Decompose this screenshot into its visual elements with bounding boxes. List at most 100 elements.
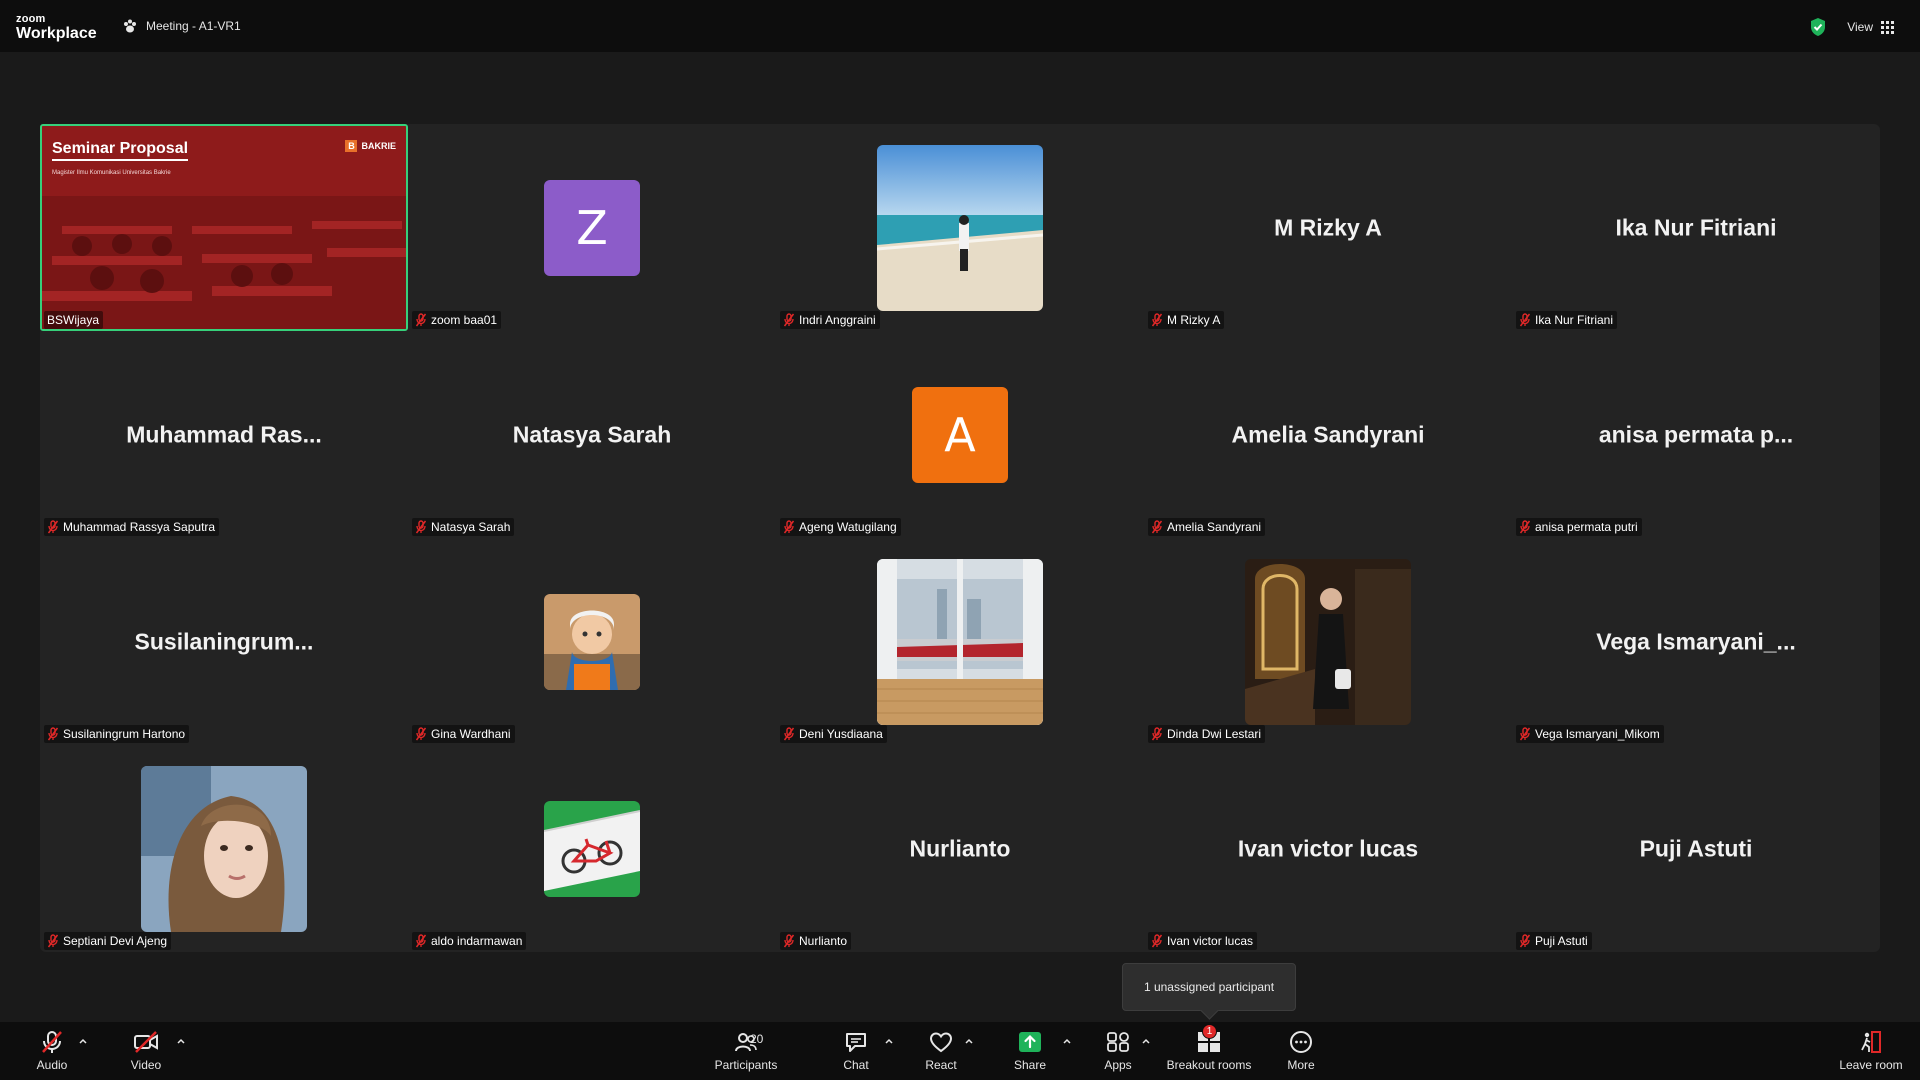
participant-display-name: Muhammad Ras... xyxy=(126,421,322,447)
grid-icon xyxy=(1881,20,1894,34)
breakout-tooltip: 1 unassigned participant xyxy=(1122,963,1296,1011)
logo-top-text: zoom xyxy=(16,13,46,25)
microphone-muted-icon xyxy=(42,1031,62,1053)
mic-muted-icon xyxy=(47,727,59,741)
participant-display-name: M Rizky A xyxy=(1274,214,1382,240)
participant-name-label: aldo indarmawan xyxy=(412,932,527,950)
participant-tile[interactable]: Seminar Proposal Magister Ilmu Komunikasi… xyxy=(40,124,408,331)
breakout-rooms-button[interactable]: 1 Breakout rooms xyxy=(1164,1024,1254,1076)
view-button[interactable]: View xyxy=(1847,20,1894,34)
participant-tile[interactable]: Deni Yusdiaana xyxy=(776,538,1144,745)
participant-tile[interactable]: aldo indarmawan xyxy=(408,745,776,952)
participant-name-label: Deni Yusdiaana xyxy=(780,725,887,743)
apps-button[interactable]: Apps xyxy=(1098,1030,1138,1076)
audio-button[interactable]: Audio xyxy=(32,1030,72,1076)
participant-name: Dinda Dwi Lestari xyxy=(1167,727,1262,741)
participant-tile[interactable]: Septiani Devi Ajeng xyxy=(40,745,408,952)
avatar xyxy=(544,593,640,690)
participant-display-name: Vega Ismaryani_... xyxy=(1596,628,1796,654)
bakrie-logo: B BAKRIE xyxy=(345,140,396,152)
participant-name: Ivan victor lucas xyxy=(1167,934,1254,948)
mic-muted-icon xyxy=(783,727,795,741)
participant-name: Ageng Watugilang xyxy=(799,520,897,534)
participant-name-label: Ivan victor lucas xyxy=(1148,932,1258,950)
participant-name-label: Susilaningrum Hartono xyxy=(44,725,190,743)
participant-tile[interactable]: Puji Astuti Puji Astuti xyxy=(1512,745,1880,952)
share-options-caret-icon[interactable] xyxy=(1062,1036,1072,1046)
apps-icon xyxy=(1107,1032,1129,1052)
leave-room-button[interactable]: Leave room xyxy=(1836,1030,1906,1076)
audio-options-caret-icon[interactable] xyxy=(78,1036,88,1046)
participant-tile[interactable]: Nurlianto Nurlianto xyxy=(776,745,1144,952)
mic-muted-icon xyxy=(415,727,427,741)
avatar xyxy=(1245,558,1411,725)
apps-options-caret-icon[interactable] xyxy=(1141,1036,1151,1046)
mic-muted-icon xyxy=(783,934,795,948)
leave-room-label: Leave room xyxy=(1839,1058,1903,1072)
leave-room-icon xyxy=(1861,1031,1881,1053)
avatar xyxy=(877,558,1043,725)
participant-name-label: Muhammad Rassya Saputra xyxy=(44,518,220,536)
participant-name-label: anisa permata putri xyxy=(1516,518,1642,536)
video-label: Video xyxy=(130,1058,162,1072)
participant-tile[interactable]: Susilaningrum... Susilaningrum Hartono xyxy=(40,538,408,745)
participant-name: Natasya Sarah xyxy=(431,520,511,534)
more-button[interactable]: More xyxy=(1281,1030,1321,1076)
mic-muted-icon xyxy=(47,520,59,534)
participant-tile[interactable]: Gina Wardhani xyxy=(408,538,776,745)
participant-tile[interactable]: M Rizky A M Rizky A xyxy=(1144,124,1512,331)
active-speaker-share[interactable]: Seminar Proposal Magister Ilmu Komunikasi… xyxy=(40,124,408,331)
participant-name: Indri Anggraini xyxy=(799,313,876,327)
chat-options-caret-icon[interactable] xyxy=(884,1036,894,1046)
participant-display-name: Natasya Sarah xyxy=(512,421,672,447)
participant-tile[interactable]: Natasya Sarah Natasya Sarah xyxy=(408,331,776,538)
participant-name-label: Natasya Sarah xyxy=(412,518,515,536)
view-label: View xyxy=(1847,20,1873,34)
participant-name-label: Amelia Sandyrani xyxy=(1148,518,1266,536)
bottom-toolbar: Audio Video 20 Participants Chat React S… xyxy=(0,1022,1920,1080)
participant-display-name: Amelia Sandyrani xyxy=(1231,421,1425,447)
gallery-view: Seminar Proposal Magister Ilmu Komunikasi… xyxy=(40,124,1880,952)
mic-muted-icon xyxy=(415,934,427,948)
participant-tile[interactable]: Zzoom baa01 xyxy=(408,124,776,331)
participant-tile[interactable]: Ivan victor lucas Ivan victor lucas xyxy=(1144,745,1512,952)
participant-name-label: Ika Nur Fitriani xyxy=(1516,311,1618,329)
participant-display-name: anisa permata p... xyxy=(1598,421,1794,447)
participant-tile[interactable]: anisa permata p... anisa permata putri xyxy=(1512,331,1880,538)
participant-display-name: Nurlianto xyxy=(909,835,1011,861)
video-button[interactable]: Video xyxy=(126,1030,166,1076)
participants-button[interactable]: 20 Participants xyxy=(712,1030,780,1076)
participant-name-label: BSWijaya xyxy=(44,311,104,329)
participant-tile[interactable]: Dinda Dwi Lestari xyxy=(1144,538,1512,745)
breakout-label: Breakout rooms xyxy=(1166,1058,1252,1072)
chat-button[interactable]: Chat xyxy=(836,1030,876,1076)
participant-tile[interactable]: Ika Nur Fitriani Ika Nur Fitriani xyxy=(1512,124,1880,331)
chat-label: Chat xyxy=(843,1058,869,1072)
react-button[interactable]: React xyxy=(921,1030,961,1076)
mic-muted-icon xyxy=(415,520,427,534)
security-shield-icon[interactable] xyxy=(1809,17,1827,37)
participant-tile[interactable]: Amelia Sandyrani Amelia Sandyrani xyxy=(1144,331,1512,538)
share-button[interactable]: Share xyxy=(1010,1030,1050,1076)
participant-name: Muhammad Rassya Saputra xyxy=(63,520,216,534)
mic-muted-icon xyxy=(1519,934,1531,948)
participant-tile[interactable]: Indri Anggraini xyxy=(776,124,1144,331)
participant-tile[interactable]: A Ageng Watugilang xyxy=(776,331,1144,538)
top-bar: zoom Workplace Meeting - A1-VR1 View xyxy=(0,0,1920,52)
mic-muted-icon xyxy=(1151,727,1163,741)
meeting-info[interactable]: Meeting - A1-VR1 xyxy=(122,18,241,34)
participant-name: Septiani Devi Ajeng xyxy=(63,934,168,948)
mic-muted-icon xyxy=(1519,520,1531,534)
react-options-caret-icon[interactable] xyxy=(964,1036,974,1046)
share-screen-icon xyxy=(1019,1032,1041,1052)
participant-tile[interactable]: Vega Ismaryani_... Vega Ismaryani_Mikom xyxy=(1512,538,1880,745)
video-options-caret-icon[interactable] xyxy=(176,1036,186,1046)
mic-muted-icon xyxy=(47,934,59,948)
participant-tile[interactable]: Muhammad Ras... Muhammad Rassya Saputra xyxy=(40,331,408,538)
participant-name: aldo indarmawan xyxy=(431,934,523,948)
participant-name: M Rizky A xyxy=(1167,313,1221,327)
mic-muted-icon xyxy=(783,520,795,534)
participant-name-label: Gina Wardhani xyxy=(412,725,515,743)
apps-label: Apps xyxy=(1104,1058,1132,1072)
more-label: More xyxy=(1287,1058,1315,1072)
